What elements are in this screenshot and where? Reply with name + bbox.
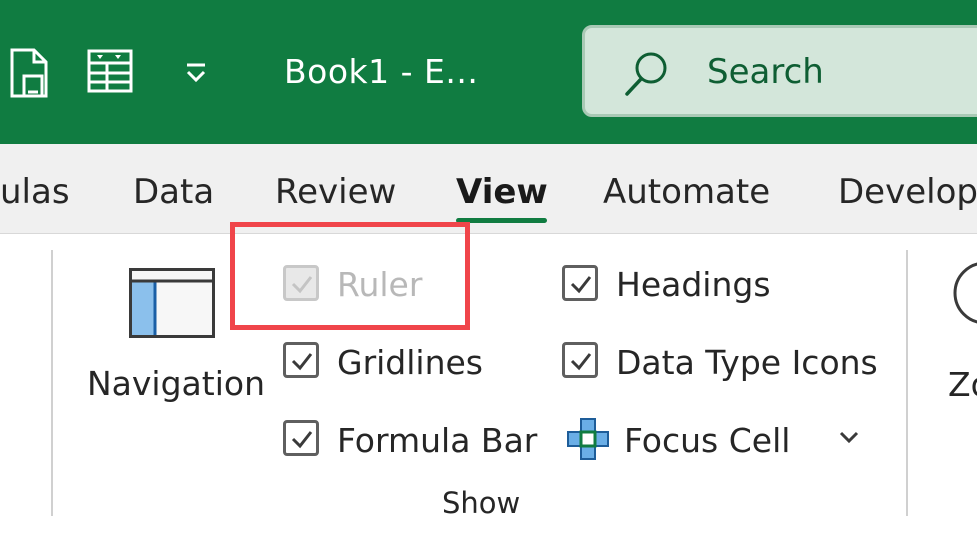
gridlines-label: Gridlines [337,343,484,382]
chevron-down-icon[interactable] [838,430,860,450]
chevron-down-icon[interactable] [184,62,208,88]
tab-formulas[interactable]: ulas [0,172,70,212]
navigation-pane-icon [129,268,215,342]
show-group-label: Show [442,486,521,520]
zoom-icon[interactable] [952,260,977,330]
search-label: Search [707,52,824,92]
zoom-label[interactable]: Zo [948,365,977,404]
formula-bar-label: Formula Bar [337,421,538,460]
tab-automate[interactable]: Automate [603,172,770,212]
group-separator [51,250,53,516]
focus-cell-label: Focus Cell [624,421,791,460]
highlight-box [230,222,470,330]
tab-developer[interactable]: Develop [838,172,977,212]
data-type-icons-check-icon [562,342,598,378]
data-type-icons-label: Data Type Icons [616,343,878,382]
tab-review[interactable]: Review [275,172,396,212]
formula-bar-check-icon [283,420,319,456]
tab-view[interactable]: View [456,172,548,212]
title-bar: Book1 - E... Search [0,0,977,144]
navigation-label: Navigation [87,364,265,403]
table-icon[interactable] [87,49,133,97]
tab-data[interactable]: Data [133,172,214,212]
gridlines-check-icon [283,342,319,378]
group-separator [906,250,908,516]
window-title: Book1 - E... [284,52,479,91]
search-icon [623,48,671,104]
headings-check-icon [562,265,598,301]
search-box[interactable]: Search [582,25,977,117]
focus-cell-icon [566,417,610,465]
file-icon[interactable] [8,48,50,104]
headings-label: Headings [616,265,771,304]
